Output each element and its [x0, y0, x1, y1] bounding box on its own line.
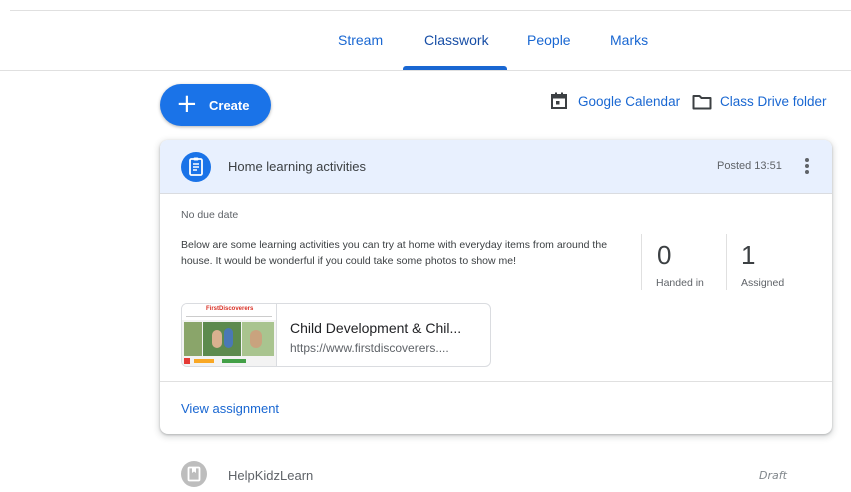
calendar-icon	[551, 92, 567, 109]
active-tab-indicator	[403, 66, 507, 70]
due-date: No due date	[181, 209, 239, 221]
tab-people[interactable]: People	[527, 32, 571, 48]
attachment-url: https://www.firstdiscoverers....	[290, 341, 449, 355]
class-drive-folder-label: Class Drive folder	[720, 94, 827, 109]
handed-in-label: Handed in	[656, 277, 704, 289]
create-button-label: Create	[209, 98, 250, 113]
assignment-header[interactable]: Home learning activities Posted 13:51	[160, 140, 832, 194]
link-attachment[interactable]: FirstDiscoverers Child Development & Chi…	[181, 303, 491, 367]
posted-time: Posted 13:51	[717, 160, 782, 172]
attachment-title: Child Development & Chil...	[290, 320, 462, 336]
tab-classwork[interactable]: Classwork	[424, 32, 489, 48]
assigned-count[interactable]: 1	[741, 240, 755, 271]
draft-status: Draft	[759, 469, 787, 482]
assignment-description: Below are some learning activities you c…	[181, 239, 608, 267]
attachment-thumbnail: FirstDiscoverers	[182, 304, 277, 366]
material-icon	[181, 461, 207, 487]
tab-marks[interactable]: Marks	[610, 32, 648, 48]
google-calendar-label: Google Calendar	[578, 94, 681, 109]
tab-stream[interactable]: Stream	[338, 32, 383, 48]
stat-divider	[641, 234, 642, 290]
assignment-card: Home learning activities Posted 13:51 No…	[160, 140, 832, 434]
more-vert-icon[interactable]	[801, 156, 813, 176]
folder-icon	[692, 95, 712, 110]
view-assignment-link[interactable]: View assignment	[181, 401, 279, 416]
plus-icon: +	[176, 89, 198, 119]
stat-divider	[726, 234, 727, 290]
thumbnail-brand: FirstDiscoverers	[206, 306, 254, 312]
assignment-icon	[181, 152, 211, 182]
assignment-title: Home learning activities	[228, 159, 367, 174]
helpkidzlearn-title[interactable]: HelpKidzLearn	[228, 468, 313, 483]
create-button[interactable]: + Create	[160, 84, 271, 126]
card-divider	[160, 381, 832, 382]
handed-in-count[interactable]: 0	[657, 240, 671, 271]
assigned-label: Assigned	[741, 277, 785, 289]
class-tabs: Stream Classwork People Marks	[0, 10, 851, 71]
